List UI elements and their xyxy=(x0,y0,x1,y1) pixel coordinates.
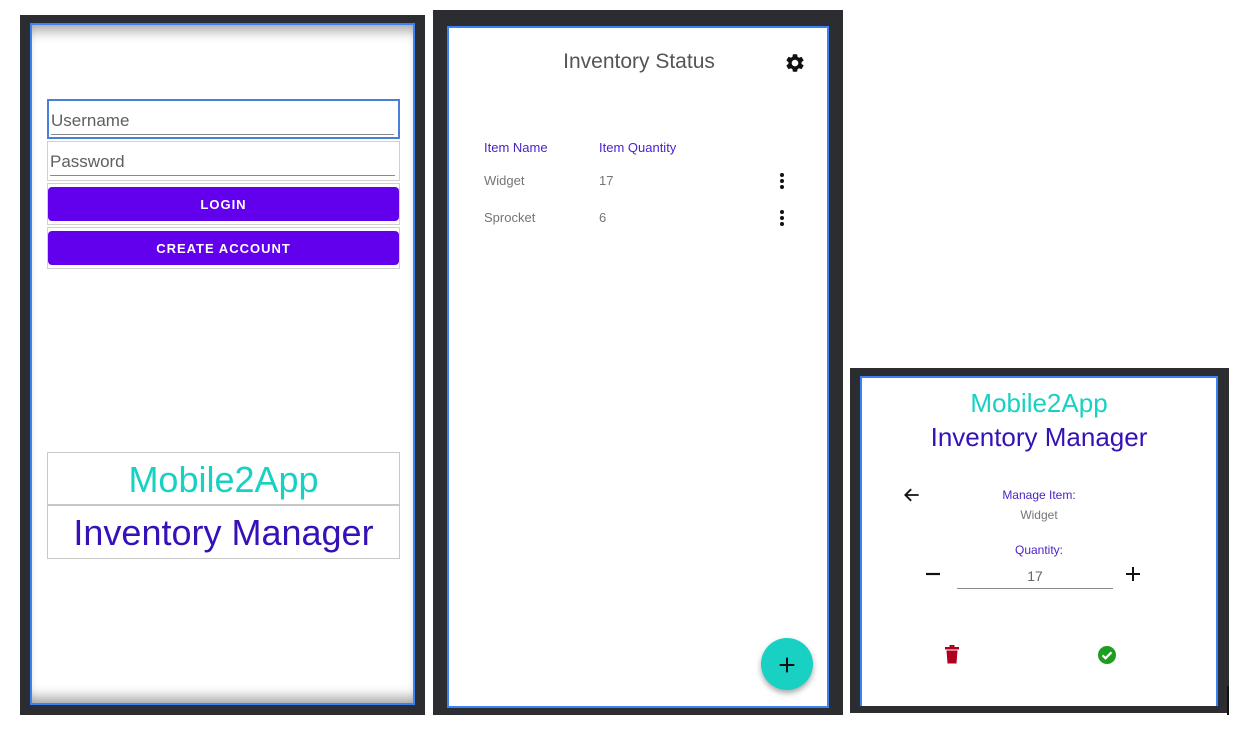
add-item-button[interactable] xyxy=(761,638,813,690)
quantity-label: Quantity: xyxy=(1014,543,1064,557)
more-options-icon[interactable] xyxy=(777,172,787,192)
page-title: Inventory Status xyxy=(563,50,715,73)
brand-title: Mobile2App xyxy=(47,452,400,505)
brand-title: Mobile2App xyxy=(970,388,1108,418)
username-input[interactable] xyxy=(51,107,394,135)
brand-subtitle: Inventory Manager xyxy=(930,422,1148,452)
item-name-value: Widget xyxy=(1020,508,1058,522)
plus-icon[interactable] xyxy=(1125,564,1141,584)
manage-device-frame: Mobile2App Inventory Manager Manage Item… xyxy=(850,368,1229,713)
item-name-cell: Sprocket xyxy=(484,210,536,225)
item-name-cell: Widget xyxy=(484,173,525,188)
password-field-container xyxy=(47,141,400,181)
login-button-container: LOGIN xyxy=(47,183,400,225)
login-button[interactable]: LOGIN xyxy=(48,187,399,221)
login-device-frame: LOGIN CREATE ACCOUNT Mobile2App Inventor… xyxy=(20,15,425,715)
create-account-button[interactable]: CREATE ACCOUNT xyxy=(48,231,399,265)
manage-item-label: Manage Item: xyxy=(1002,488,1076,502)
gear-icon[interactable] xyxy=(784,52,806,74)
item-quantity-cell: 6 xyxy=(599,210,607,225)
plus-icon xyxy=(779,657,795,673)
login-screen: LOGIN CREATE ACCOUNT Mobile2App Inventor… xyxy=(30,23,415,705)
manage-item-screen: Mobile2App Inventory Manager Manage Item… xyxy=(860,376,1218,706)
inventory-device-frame: Inventory Status Item Name Item Quantity… xyxy=(433,10,843,715)
brand-subtitle: Inventory Manager xyxy=(47,505,400,559)
column-header-name: Item Name xyxy=(484,140,548,155)
quantity-input[interactable] xyxy=(957,564,1113,589)
username-field-container xyxy=(47,99,400,139)
inventory-screen: Inventory Status Item Name Item Quantity… xyxy=(447,26,829,708)
column-header-quantity: Item Quantity xyxy=(599,140,677,155)
divider xyxy=(1227,686,1229,715)
more-options-icon[interactable] xyxy=(777,209,787,229)
item-quantity-cell: 17 xyxy=(599,173,614,188)
check-circle-icon[interactable] xyxy=(1098,646,1116,664)
trash-icon[interactable] xyxy=(944,645,960,664)
password-input[interactable] xyxy=(50,148,395,176)
minus-icon[interactable] xyxy=(924,564,942,584)
create-account-button-container: CREATE ACCOUNT xyxy=(47,227,400,269)
